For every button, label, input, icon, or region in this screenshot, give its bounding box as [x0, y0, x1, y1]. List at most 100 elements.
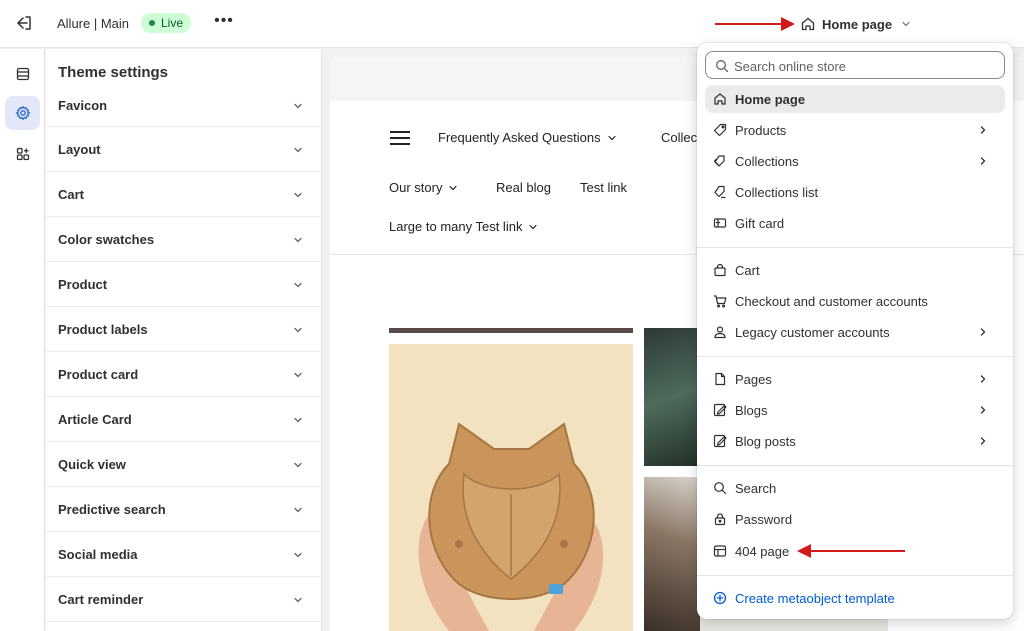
- section-label: Product: [58, 277, 108, 292]
- more-actions-button[interactable]: •••: [213, 13, 235, 33]
- nav-faq[interactable]: Frequently Asked Questions: [438, 130, 617, 145]
- menu-item-home-page[interactable]: Home page: [705, 85, 1005, 113]
- section-label: Color swatches: [58, 232, 155, 247]
- menu-item-label: Search: [735, 481, 777, 496]
- fox-plate-illustration: [389, 344, 633, 631]
- panel-title: Theme settings: [58, 64, 169, 81]
- menu-item-label: Pages: [735, 372, 772, 387]
- chevron-right-icon: [980, 126, 986, 134]
- chevron-down-icon: [294, 372, 302, 378]
- chevron-down-icon: [294, 462, 302, 468]
- chevron-down-icon: [294, 597, 302, 603]
- menu-item-label: Cart: [735, 263, 760, 278]
- chevron-right-icon: [980, 157, 986, 165]
- product-image-interior[interactable]: [644, 477, 700, 631]
- page-picker-label: Home page: [822, 16, 893, 32]
- nav-label: Collec: [661, 130, 698, 145]
- settings-section-predictive-search[interactable]: Predictive search: [46, 487, 321, 532]
- collections-list-icon: [714, 185, 726, 199]
- menu-item-label: Checkout and customer accounts: [735, 294, 928, 309]
- search-icon: [716, 60, 729, 73]
- chevron-down-icon: [529, 224, 538, 229]
- chevron-right-icon: [980, 406, 986, 414]
- settings-section-color-swatches[interactable]: Color swatches: [46, 217, 321, 262]
- settings-section-product[interactable]: Product: [46, 262, 321, 307]
- menu-divider: [697, 247, 1013, 248]
- annotation-arrow-404: [797, 544, 907, 558]
- settings-section-product-labels[interactable]: Product labels: [46, 307, 321, 352]
- collections-icon: [713, 155, 725, 167]
- menu-icon[interactable]: [390, 131, 410, 145]
- menu-divider: [697, 465, 1013, 466]
- nav-collections[interactable]: Collec: [661, 130, 697, 145]
- sections-rail-button[interactable]: [5, 57, 40, 91]
- chevron-right-icon: [980, 328, 986, 336]
- search-icon: [714, 482, 727, 495]
- menu-item-legacy-accounts[interactable]: Legacy customer accounts: [705, 318, 1005, 346]
- menu-item-cart[interactable]: Cart: [705, 256, 1005, 284]
- section-label: Cart: [58, 187, 85, 202]
- home-icon: [801, 17, 815, 31]
- chevron-down-icon: [294, 507, 302, 513]
- home-icon: [714, 93, 726, 105]
- chevron-down-icon: [294, 192, 302, 198]
- create-metaobject-template-link[interactable]: Create metaobject template: [705, 584, 1005, 612]
- settings-section-cart[interactable]: Cart: [46, 172, 321, 217]
- product-image-fox-plate[interactable]: [389, 344, 633, 631]
- product-image-strip: [389, 328, 633, 333]
- store-name: Allure | Main: [57, 16, 130, 31]
- search-online-store-field[interactable]: [705, 51, 1005, 79]
- product-image-forest[interactable]: [644, 328, 700, 466]
- settings-section-cart-reminder[interactable]: Cart reminder: [46, 577, 321, 622]
- menu-item-blog-posts[interactable]: Blog posts: [705, 427, 1005, 455]
- section-label: Favicon: [58, 98, 108, 113]
- tag-icon: [713, 123, 727, 137]
- chevron-down-icon: [294, 417, 302, 423]
- apps-rail-button[interactable]: [5, 137, 40, 171]
- menu-item-label: Home page: [735, 92, 806, 107]
- exit-icon[interactable]: [14, 13, 34, 33]
- menu-item-blogs[interactable]: Blogs: [705, 396, 1005, 424]
- menu-item-label: Collections list: [735, 185, 819, 200]
- menu-item-search[interactable]: Search: [705, 474, 1005, 502]
- menu-item-label: Collections: [735, 154, 799, 169]
- settings-section-list: Favicon Layout Cart Color swatches Produ…: [46, 83, 321, 622]
- menu-item-label: Products: [735, 123, 787, 138]
- chevron-down-icon: [294, 237, 302, 243]
- settings-section-social-media[interactable]: Social media: [46, 532, 321, 577]
- nav-test-link[interactable]: Test link: [580, 180, 627, 195]
- page-icon: [715, 372, 726, 386]
- nav-our-story[interactable]: Our story: [389, 180, 458, 195]
- menu-item-password[interactable]: Password: [705, 505, 1005, 533]
- page-picker-button[interactable]: Home page: [800, 14, 912, 34]
- chevron-down-icon: [607, 135, 616, 140]
- menu-item-checkout[interactable]: Checkout and customer accounts: [705, 287, 1005, 315]
- nav-real-blog[interactable]: Real blog: [496, 180, 551, 195]
- theme-settings-panel: Theme settings Favicon Layout Cart Color…: [46, 49, 322, 631]
- blog-icon: [713, 403, 727, 417]
- settings-section-product-card[interactable]: Product card: [46, 352, 321, 397]
- settings-section-layout[interactable]: Layout: [46, 127, 321, 172]
- settings-section-article-card[interactable]: Article Card: [46, 397, 321, 442]
- section-label: Layout: [58, 142, 101, 157]
- chevron-down-icon: [294, 282, 302, 288]
- search-online-store-input[interactable]: [734, 56, 998, 76]
- settings-section-quick-view[interactable]: Quick view: [46, 442, 321, 487]
- menu-item-label: Gift card: [735, 216, 785, 231]
- chevron-down-icon: [294, 327, 302, 333]
- menu-divider: [697, 575, 1013, 576]
- menu-item-pages[interactable]: Pages: [705, 365, 1005, 393]
- menu-item-products[interactable]: Products: [705, 116, 1005, 144]
- theme-settings-rail-button[interactable]: [5, 96, 40, 130]
- section-label: Predictive search: [58, 502, 166, 517]
- section-label: Product labels: [58, 322, 148, 337]
- nav-large-test-link[interactable]: Large to many Test link: [389, 219, 538, 234]
- chevron-down-icon: [902, 21, 910, 27]
- menu-item-gift-card[interactable]: Gift card: [705, 209, 1005, 237]
- menu-item-collections-list[interactable]: Collections list: [705, 178, 1005, 206]
- left-rail: [0, 49, 45, 631]
- settings-section-favicon[interactable]: Favicon: [46, 83, 321, 127]
- menu-item-label: Blog posts: [735, 434, 796, 449]
- product-image-partial: [700, 617, 888, 631]
- menu-item-collections[interactable]: Collections: [705, 147, 1005, 175]
